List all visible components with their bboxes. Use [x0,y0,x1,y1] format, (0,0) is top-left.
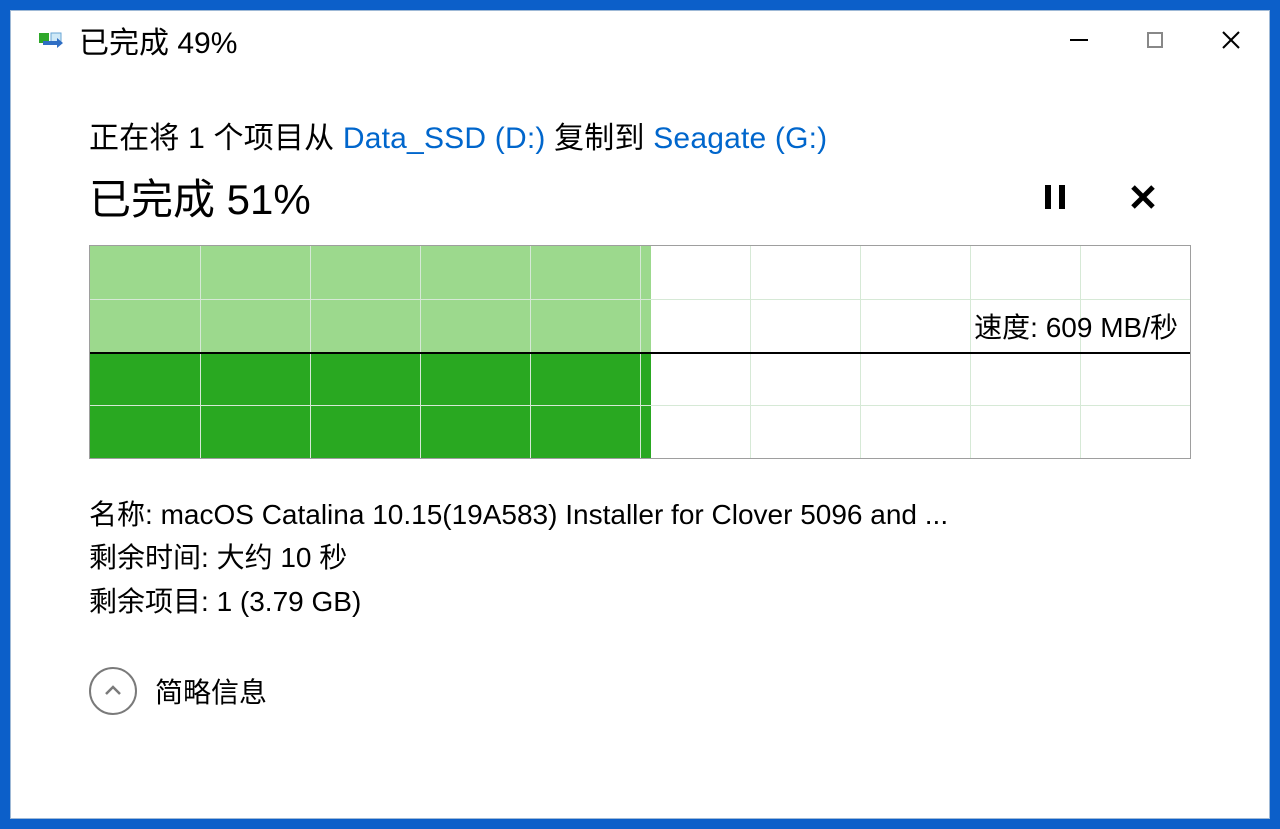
detail-items-row: 剩余项目: 1 (3.79 GB) [89,580,1191,623]
detail-time-row: 剩余时间: 大约 10 秒 [89,536,1191,579]
detail-items-label: 剩余项目: [89,586,209,617]
cancel-button[interactable] [1123,177,1163,217]
chart-speed-label: 速度: 609 MB/秒 [974,306,1178,346]
detail-name-label: 名称: [89,499,153,530]
maximize-button[interactable] [1117,11,1193,69]
window-title: 已完成 49% [79,18,237,62]
detail-items-value: 1 (3.79 GB) [217,586,362,617]
file-copy-dialog: 已完成 49% 正在将 1 个项目从 Data_SSD (D:) 复制到 Sea… [10,10,1270,819]
copy-prefix: 正在将 1 个项目从 [89,122,343,155]
dest-drive-link[interactable]: Seagate (G:) [653,122,827,155]
progress-status-text: 已完成 51% [89,166,1035,227]
speed-value-text: 609 MB/秒 [1046,312,1178,343]
speed-label-text: 速度: [974,312,1038,343]
copy-middle: 复制到 [546,122,654,155]
close-button[interactable] [1193,11,1269,69]
detail-time-label: 剩余时间: [89,542,209,573]
status-row: 已完成 51% [89,166,1191,227]
chevron-up-icon [89,667,137,715]
pause-button[interactable] [1035,177,1075,217]
dialog-content: 正在将 1 个项目从 Data_SSD (D:) 复制到 Seagate (G:… [11,69,1269,715]
copy-description: 正在将 1 个项目从 Data_SSD (D:) 复制到 Seagate (G:… [89,119,1191,158]
detail-name-value: macOS Catalina 10.15(19A583) Installer f… [161,499,949,530]
minimize-button[interactable] [1041,11,1117,69]
detail-time-value: 大约 10 秒 [217,542,348,573]
details-toggle-label: 简略信息 [155,671,267,711]
speed-chart: 速度: 609 MB/秒 [89,245,1191,459]
copy-progress-icon [39,29,67,51]
details-toggle[interactable]: 简略信息 [89,667,1191,715]
source-drive-link[interactable]: Data_SSD (D:) [343,122,546,155]
titlebar: 已完成 49% [11,11,1269,69]
detail-name-row: 名称: macOS Catalina 10.15(19A583) Install… [89,493,1191,536]
details-section: 名称: macOS Catalina 10.15(19A583) Install… [89,493,1191,623]
chart-speed-line [90,352,1190,354]
